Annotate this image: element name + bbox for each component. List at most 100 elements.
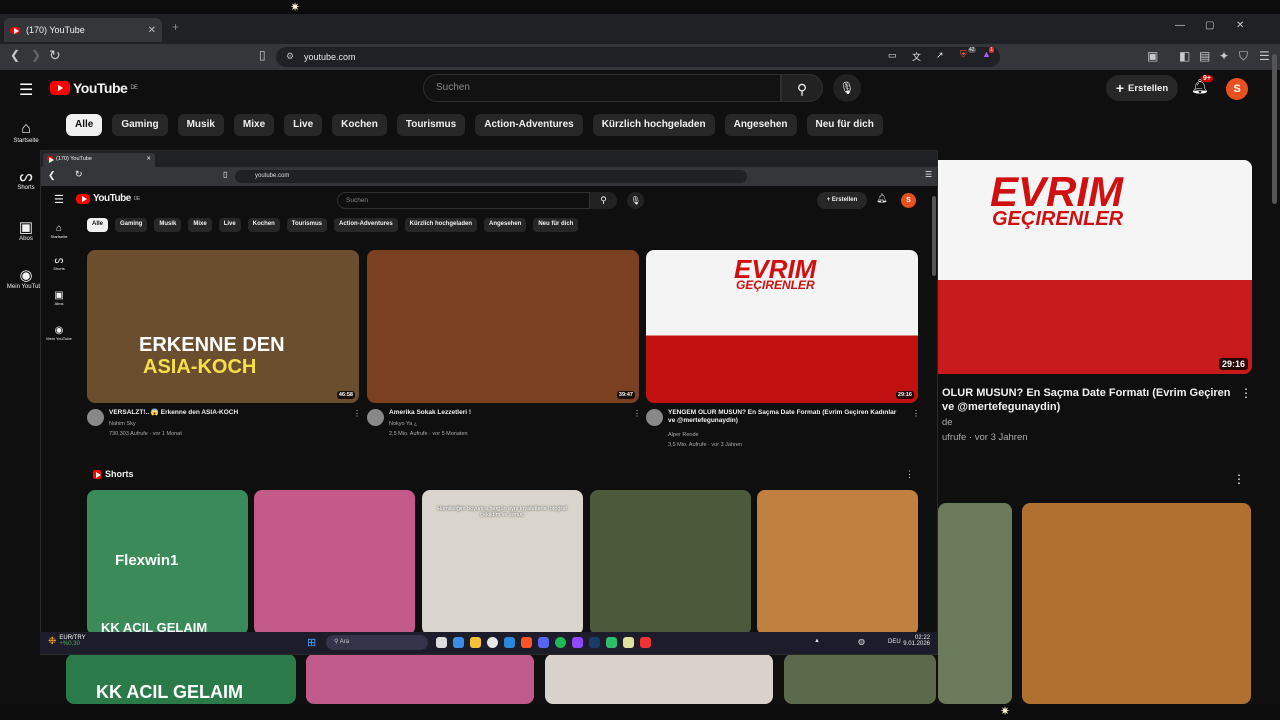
reload-icon[interactable]: ↻ xyxy=(49,47,61,64)
outer-short-row[interactable]: KK ACIL GELAIM xyxy=(66,654,296,704)
chip-2[interactable]: Musik xyxy=(154,218,182,232)
chip-6[interactable]: Tourismus xyxy=(396,114,466,136)
menu-icon[interactable]: ☰ xyxy=(1259,49,1270,63)
brave-icon[interactable] xyxy=(521,637,532,648)
start-icon[interactable]: ⊞ xyxy=(307,636,316,649)
app-icon-5[interactable] xyxy=(640,637,651,648)
video-title[interactable]: OLUR MUSUN? En Saçma Date Formatı (Evrim… xyxy=(942,386,1232,415)
video-title[interactable]: VERSALZT!.. 😱 Erkenne den ASIA-KOCH xyxy=(109,409,341,417)
chip-4[interactable]: Live xyxy=(284,114,323,136)
bookmark-icon[interactable]: ▯ xyxy=(223,170,227,179)
short-thumbnail[interactable]: Flexwin1 KK ACIL GELAIM xyxy=(87,490,248,635)
chip-6[interactable]: Tourismus xyxy=(286,218,327,232)
forward-icon[interactable]: ❯ xyxy=(31,48,41,62)
outer-short-1[interactable] xyxy=(1022,503,1251,704)
outer-video-thumbnail[interactable]: EVRIM GEÇIRENLER 29:16 xyxy=(900,160,1252,374)
sidebar-item-home[interactable]: ⌂ Startseite xyxy=(41,223,77,239)
chip-7[interactable]: Action-Adventures xyxy=(333,218,398,232)
discord-icon[interactable] xyxy=(538,637,549,648)
short-thumbnail[interactable] xyxy=(254,490,415,635)
chip-8[interactable]: Kürzlich hochgeladen xyxy=(592,114,715,136)
chip-1[interactable]: Gaming xyxy=(115,218,148,232)
chip-3[interactable]: Mixe xyxy=(233,114,275,136)
channel-name[interactable]: de xyxy=(942,417,953,428)
more-options-icon[interactable]: ⋮ xyxy=(1240,386,1252,400)
network-icon[interactable]: ◍ xyxy=(858,637,865,646)
channel-name[interactable]: Alper Rende xyxy=(668,432,699,438)
tray-chevron-icon[interactable]: ▲ xyxy=(814,638,820,644)
leo-ai-icon[interactable]: ✦ xyxy=(1219,49,1229,63)
create-button[interactable]: + Erstellen xyxy=(1106,75,1178,101)
video-thumbnail[interactable]: EVRIM GEÇIRENLER 29:16 xyxy=(646,250,918,403)
clock[interactable]: 02:22 9.01.2026 xyxy=(900,635,930,647)
chip-9[interactable]: Angesehen xyxy=(724,114,797,136)
video-thumbnail[interactable]: ERKENNE DEN ASIA-KOCH 46:58 xyxy=(87,250,359,403)
video-title[interactable]: YENGEM OLUR MUSUN? En Saçma Date Formatı… xyxy=(668,409,900,426)
sidebar-item-home[interactable]: ⌂ Startseite xyxy=(2,120,50,144)
outer-short-row-2[interactable] xyxy=(306,654,534,704)
notifications-bell-icon[interactable]: 🔔︎ xyxy=(876,193,887,204)
outer-short-row-4[interactable] xyxy=(784,654,936,704)
back-icon[interactable]: ❮ xyxy=(10,48,20,62)
chip-1[interactable]: Gaming xyxy=(112,114,168,136)
short-thumbnail[interactable] xyxy=(757,490,918,635)
chip-0[interactable]: Alle xyxy=(87,218,109,232)
chip-0[interactable]: Alle xyxy=(66,114,103,136)
translate-icon[interactable]: 文 xyxy=(912,50,921,63)
bookmark-icon[interactable]: ▯ xyxy=(259,48,266,62)
shorts-more-icon[interactable]: ⋮ xyxy=(905,469,914,480)
sidebar-item-shorts[interactable]: ᔕ Shorts xyxy=(41,255,77,271)
chip-10[interactable]: Neu für dich xyxy=(533,218,579,232)
search-input[interactable]: Suchen xyxy=(337,192,590,209)
inner-tab[interactable]: (170) YouTube ✕ xyxy=(43,153,155,167)
spotify-icon[interactable] xyxy=(555,637,566,648)
channel-avatar[interactable] xyxy=(87,409,104,426)
chip-5[interactable]: Kochen xyxy=(332,114,387,136)
avatar[interactable]: S xyxy=(901,193,916,208)
minimize-icon[interactable]: — xyxy=(1175,20,1185,31)
app-icon-2[interactable] xyxy=(572,637,583,648)
task-view-icon[interactable] xyxy=(436,637,447,648)
channel-avatar[interactable] xyxy=(646,409,663,426)
scrollbar[interactable] xyxy=(932,196,936,276)
hamburger-menu-icon[interactable]: ☰ xyxy=(19,80,33,100)
chip-5[interactable]: Kochen xyxy=(247,218,280,232)
more-options-icon[interactable]: ⋮ xyxy=(633,409,641,418)
app-icon-4[interactable] xyxy=(623,637,634,648)
site-info-icon[interactable]: ⚙ xyxy=(286,51,294,62)
search-button[interactable]: ⚲ xyxy=(590,192,617,209)
taskbar-search[interactable]: ⚲ Ara xyxy=(326,635,428,650)
app-icon-3[interactable] xyxy=(606,637,617,648)
chip-4[interactable]: Live xyxy=(218,218,241,232)
create-button[interactable]: + Erstellen xyxy=(817,192,867,209)
chip-10[interactable]: Neu für dich xyxy=(806,114,883,136)
hamburger-menu-icon[interactable]: ☰ xyxy=(54,193,64,206)
video-thumbnail[interactable]: 39:47 xyxy=(367,250,639,403)
chrome-icon[interactable] xyxy=(487,637,498,648)
chip-3[interactable]: Mixe xyxy=(188,218,212,232)
video-title[interactable]: Amerika Sokak Lezzetleri ! xyxy=(389,409,621,417)
chip-9[interactable]: Angesehen xyxy=(484,218,527,232)
sidebar-toggle-icon[interactable]: ▣ xyxy=(1147,49,1158,63)
back-icon[interactable]: ❮ xyxy=(48,170,56,181)
address-bar[interactable]: ⚙ youtube.com ▭ 文 ↗ ⛨ 42 ▲ 1 xyxy=(276,47,1000,67)
lang-indicator[interactable]: DEU xyxy=(888,639,901,645)
photoshop-icon[interactable] xyxy=(589,637,600,648)
install-icon[interactable]: ▭ xyxy=(888,50,897,61)
shorts-more-icon[interactable]: ⋮ xyxy=(1233,472,1245,486)
wallet-icon[interactable]: ▤ xyxy=(1199,49,1210,63)
chip-8[interactable]: Kürzlich hochgeladen xyxy=(404,218,477,232)
sidebar-item-subscriptions[interactable]: ▣ Abos xyxy=(41,290,77,306)
menu-icon[interactable]: ☰ xyxy=(925,170,932,179)
address-bar[interactable]: youtube.com xyxy=(235,170,747,183)
weather-widget[interactable]: ❉ EUR/TRY +%0,30 xyxy=(48,635,86,647)
more-options-icon[interactable]: ⋮ xyxy=(353,409,361,418)
brave-shield-icon[interactable]: ⛨ xyxy=(960,49,967,60)
browser-tab[interactable]: (170) YouTube ✕ xyxy=(4,18,162,42)
short-thumbnail[interactable]: Hamileliğim boyunca hergün aynı kıyafetl… xyxy=(422,490,583,635)
split-view-icon[interactable]: ◧ xyxy=(1179,49,1190,63)
channel-avatar[interactable] xyxy=(367,409,384,426)
chip-2[interactable]: Musik xyxy=(177,114,224,136)
edge-icon[interactable] xyxy=(453,637,464,648)
close-tab-icon[interactable]: ✕ xyxy=(146,156,151,164)
